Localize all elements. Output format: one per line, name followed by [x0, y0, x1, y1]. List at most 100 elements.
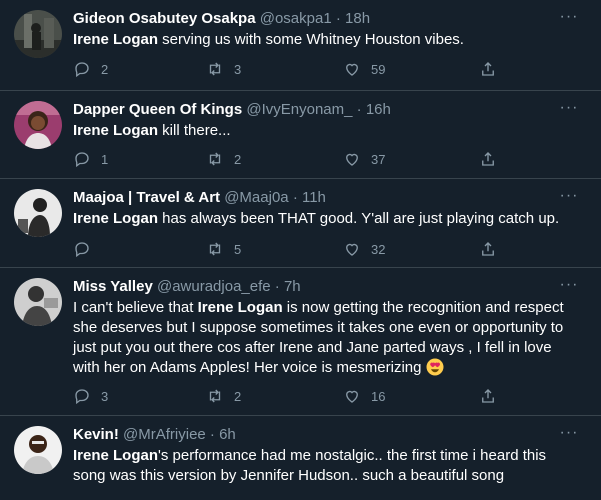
retweet-icon — [209, 389, 221, 403]
avatar[interactable] — [14, 101, 62, 149]
separator-dot: · — [335, 10, 341, 27]
retweet-icon — [209, 62, 221, 76]
timestamp[interactable]: 11h — [302, 189, 326, 206]
more-options-icon[interactable]: ··· — [557, 100, 581, 119]
timestamp[interactable]: 18h — [345, 10, 370, 27]
tweet-header: Kevin! @MrAfriyiee · 6h — [73, 426, 561, 444]
retweet-count: 2 — [234, 388, 242, 404]
reply-count: 2 — [101, 61, 109, 77]
retweet-icon — [209, 242, 221, 256]
tweet-text: Irene Logan's performance had me nostalg… — [73, 446, 571, 486]
tweet-text-rest: serving us with some Whitney Houston vib… — [158, 31, 464, 48]
heart-eyes-emoji-icon — [426, 358, 444, 382]
mention-highlight: Irene Logan — [73, 210, 159, 227]
share-button[interactable] — [479, 239, 507, 259]
retweet-count: 3 — [234, 61, 242, 77]
like-button[interactable]: 37 — [343, 149, 385, 169]
display-name[interactable]: Maajoa | Travel & Art — [73, 189, 220, 206]
retweet-button[interactable]: 3 — [206, 59, 241, 79]
tweet-header: Dapper Queen Of Kings @IvyEnyonam_ · 16h — [73, 101, 561, 119]
retweet-count: 5 — [234, 241, 242, 257]
like-button[interactable]: 32 — [343, 239, 385, 259]
timestamp[interactable]: 16h — [366, 101, 391, 118]
avatar[interactable] — [14, 189, 62, 237]
reply-icon — [75, 62, 89, 78]
reply-button[interactable]: 1 — [73, 149, 108, 169]
reply-icon — [75, 152, 89, 168]
retweet-button[interactable]: 5 — [206, 239, 241, 259]
share-button[interactable] — [479, 59, 507, 79]
reply-icon — [75, 389, 89, 405]
tweet-actions: 3 2 16 — [73, 386, 513, 406]
reply-icon — [75, 242, 89, 258]
user-handle[interactable]: @osakpa1 — [260, 10, 332, 27]
tweet-header: Maajoa | Travel & Art @Maaj0a · 11h — [73, 189, 561, 207]
display-name[interactable]: Miss Yalley — [73, 278, 153, 295]
like-count: 32 — [371, 241, 386, 257]
mention-highlight: Irene Logan — [73, 31, 159, 48]
retweet-button[interactable]: 2 — [206, 386, 241, 406]
like-button[interactable]: 59 — [343, 59, 385, 79]
share-icon — [482, 242, 494, 256]
share-button[interactable] — [479, 149, 507, 169]
display-name[interactable]: Dapper Queen Of Kings — [73, 101, 242, 118]
share-button[interactable] — [479, 386, 507, 406]
more-options-icon[interactable]: ··· — [557, 277, 581, 296]
tweet-header: Gideon Osabutey Osakpa @osakpa1 · 18h — [73, 10, 561, 28]
tweet-text: Irene Logan serving us with some Whitney… — [73, 30, 587, 50]
tweet-text-rest: has always been THAT good. Y'all are jus… — [158, 210, 560, 227]
separator-dot: · — [356, 101, 362, 118]
user-handle[interactable]: @awuradjoa_efe — [157, 278, 271, 295]
separator-dot: · — [209, 426, 215, 443]
like-count: 59 — [371, 61, 386, 77]
avatar[interactable] — [14, 426, 62, 474]
tweet[interactable]: Kevin! @MrAfriyiee · 6h ··· Irene Logan'… — [0, 416, 601, 500]
user-handle[interactable]: @IvyEnyonam_ — [246, 101, 352, 118]
user-handle[interactable]: @Maaj0a — [224, 189, 288, 206]
like-count: 37 — [371, 151, 386, 167]
more-options-icon[interactable]: ··· — [557, 188, 581, 207]
tweet-text: I can't believe that Irene Logan is now … — [73, 298, 581, 382]
tweet[interactable]: Gideon Osabutey Osakpa @osakpa1 · 18h ··… — [0, 0, 601, 91]
tweet-feed: Gideon Osabutey Osakpa @osakpa1 · 18h ··… — [0, 0, 601, 500]
timestamp[interactable]: 7h — [284, 278, 301, 295]
tweet[interactable]: Miss Yalley @awuradjoa_efe · 7h ··· I ca… — [0, 268, 601, 416]
share-icon — [482, 152, 494, 166]
more-options-icon[interactable]: ··· — [557, 425, 581, 444]
share-icon — [482, 62, 494, 76]
heart-icon — [346, 153, 358, 166]
like-count: 16 — [371, 388, 386, 404]
share-icon — [482, 389, 494, 403]
reply-count: 1 — [101, 151, 109, 167]
timestamp[interactable]: 6h — [219, 426, 236, 443]
tweet-text: Irene Logan kill there... — [73, 121, 587, 141]
tweet-actions: 2 3 59 — [73, 59, 513, 79]
reply-button[interactable]: 3 — [73, 386, 108, 406]
tweet[interactable]: Maajoa | Travel & Art @Maaj0a · 11h ··· … — [0, 179, 601, 268]
heart-icon — [346, 243, 358, 256]
display-name[interactable]: Kevin! — [73, 426, 119, 443]
retweet-icon — [209, 152, 221, 166]
separator-dot: · — [292, 189, 298, 206]
tweet-text-start: I can't believe that — [73, 299, 198, 316]
separator-dot: · — [274, 278, 280, 295]
tweet-actions: 5 32 — [73, 239, 513, 259]
display-name[interactable]: Gideon Osabutey Osakpa — [73, 10, 256, 27]
tweet-actions: 1 2 37 — [73, 149, 513, 169]
tweet[interactable]: Dapper Queen Of Kings @IvyEnyonam_ · 16h… — [0, 91, 601, 179]
retweet-button[interactable]: 2 — [206, 149, 241, 169]
user-handle[interactable]: @MrAfriyiee — [123, 426, 206, 443]
more-options-icon[interactable]: ··· — [557, 9, 581, 28]
reply-button[interactable]: 2 — [73, 59, 108, 79]
tweet-header: Miss Yalley @awuradjoa_efe · 7h — [73, 278, 561, 296]
retweet-count: 2 — [234, 151, 242, 167]
heart-icon — [346, 390, 358, 403]
reply-button[interactable] — [73, 239, 101, 259]
tweet-text-rest: kill there... — [158, 122, 231, 139]
avatar[interactable] — [14, 278, 62, 326]
heart-icon — [346, 63, 358, 76]
mention-highlight: Irene Logan — [197, 299, 283, 316]
like-button[interactable]: 16 — [343, 386, 385, 406]
reply-count: 3 — [101, 388, 109, 404]
avatar[interactable] — [14, 10, 62, 58]
